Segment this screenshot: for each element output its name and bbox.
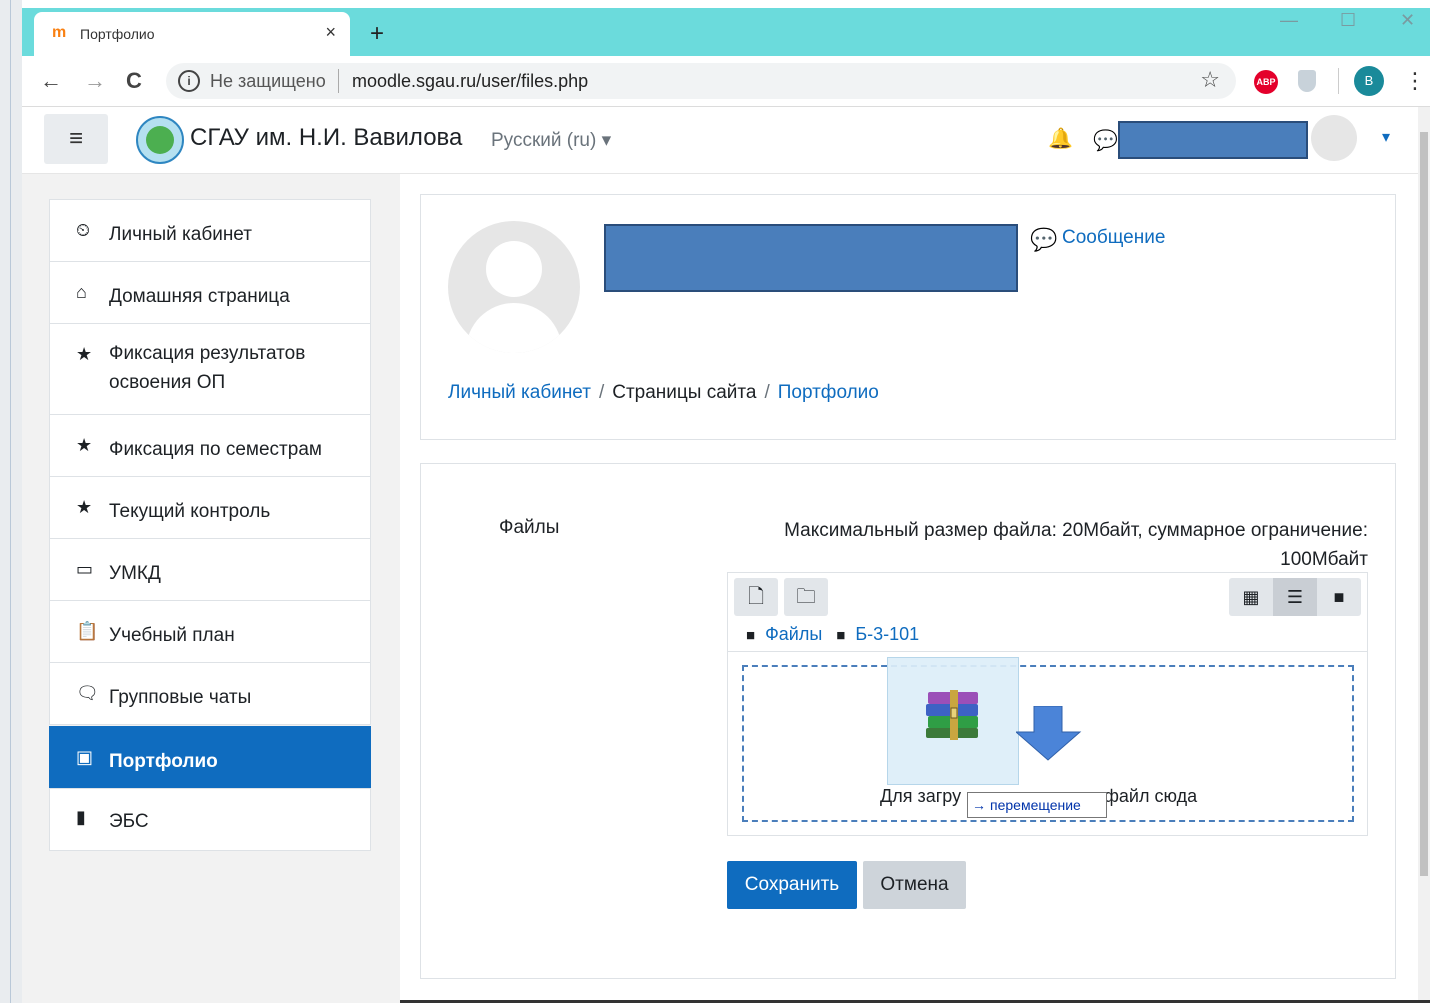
message-icon[interactable]: 💬 [1030,227,1057,253]
tree-view-folder-icon[interactable]: ■ [1317,578,1361,616]
sidebar-item-ebs[interactable]: ▮ ЭБС [49,788,371,851]
file-manager-divider [728,651,1368,652]
security-label: Не защищено [210,71,326,91]
folder-icon: 🗀 [796,586,816,608]
sidebar-item-label: ЭБС [109,811,149,832]
redacted-username [1118,121,1308,159]
bookmark-star-icon[interactable]: ☆ [1200,67,1220,93]
new-tab-button[interactable]: + [370,20,384,48]
tab-title: Портфолио [80,26,155,42]
file-size-limit-text: Максимальный размер файла: 20Мбайт, сумм… [784,520,1368,570]
add-file-button[interactable]: 🗋 [734,578,778,616]
home-icon: ⌂ [76,282,87,302]
sidebar-item-umkd[interactable]: ▭ УМКД [49,538,371,601]
browser-menu-icon[interactable]: ⋮ [1404,68,1426,94]
drop-text-left: Для загру [880,786,962,806]
sidebar-item-label: Личный кабинет [109,224,252,245]
maximize-button[interactable]: ☐ [1340,10,1356,31]
breadcrumb-separator: / [764,382,770,403]
sidebar-item-portfolio[interactable]: ▣ Портфолио [49,726,371,788]
list-view-icon[interactable]: ☰ [1273,578,1317,616]
book-icon: ▮ [76,807,86,827]
omnibox-divider [338,69,339,93]
notifications-bell-icon[interactable]: 🔔 [1048,126,1073,151]
profile-avatar[interactable]: В [1354,66,1384,96]
path-files-link[interactable]: Файлы [765,624,822,644]
adblock-icon[interactable]: ABP [1254,70,1278,94]
sidebar-item-dashboard[interactable]: ⏲ Личный кабинет [49,199,371,262]
dashboard-icon: ⏲ [76,220,91,240]
view-mode-toggle: ▦ ☰ ■ [1229,578,1361,616]
sidebar-item-label: Портфолио [109,751,218,772]
drag-arrow-icon [1016,706,1082,761]
files-field-label: Файлы [499,517,560,538]
extension-shield-icon[interactable] [1298,70,1316,92]
user-avatar[interactable] [1311,115,1357,161]
path-subfolder-link[interactable]: Б-3-101 [855,624,919,644]
star-icon: ★ [76,497,93,517]
breadcrumb-separator: / [598,382,605,403]
sidebar-item-results[interactable]: ★ Фиксация результатов освоения ОП [49,323,371,415]
comment-icon: 🗨 [76,683,99,703]
breadcrumb-dashboard-link[interactable]: Личный кабинет [448,382,591,403]
breadcrumb: Личный кабинет / Страницы сайта / Портфолио [448,382,879,404]
sidebar-item-label: Домашняя страница [109,286,290,307]
redacted-full-name [604,224,1018,292]
sidebar-item-label: Текущий контроль [109,501,271,522]
scrollbar-thumb[interactable] [1420,132,1428,876]
sidebar-item-current-control[interactable]: ★ Текущий контроль [49,476,371,539]
site-name[interactable]: СГАУ им. Н.И. Вавилова [190,124,462,152]
url-text[interactable]: moodle.sgau.ru/user/files.php [352,71,588,92]
sidebar-item-curriculum[interactable]: 📋 Учебный план [49,600,371,663]
desktop-edge [0,0,22,1003]
forward-button[interactable]: → [84,68,106,94]
minimize-button[interactable]: — [1280,10,1298,31]
reload-button[interactable]: C [126,68,142,94]
tab-close-icon[interactable]: × [325,22,336,43]
language-menu[interactable]: Русский (ru) ▾ [491,129,611,152]
sidebar-item-label: Групповые чаты [109,687,252,708]
star-icon: ★ [76,344,93,364]
drop-text-right: файл сюда [1099,786,1198,806]
sidebar-item-label: Учебный план [109,625,235,646]
create-folder-button[interactable]: 🗀 [784,578,828,616]
omnibox[interactable]: i Не защищено moodle.sgau.ru/user/files.… [166,63,1236,99]
profile-picture [448,221,580,353]
drag-move-tooltip: → перемещение [967,792,1107,818]
cancel-button[interactable]: Отмена [863,861,966,909]
user-menu-caret-icon[interactable]: ▾ [1382,127,1390,147]
university-logo[interactable] [136,116,184,164]
file-path-bar: ■ Файлы ■ Б-3-101 [746,624,933,645]
save-button[interactable]: Сохранить [727,861,857,909]
sidebar-item-home[interactable]: ⌂ Домашняя страница [49,261,371,324]
clipboard-icon: 📋 [76,621,99,641]
drawer-toggle-button[interactable]: ≡ [44,114,108,164]
breadcrumb-site-pages: Страницы сайта [612,382,757,403]
sidebar-item-group-chats[interactable]: 🗨 Групповые чаты [49,662,371,725]
moodle-favicon-icon: m [52,24,67,41]
archive-file-icon [926,690,978,740]
move-arrow-icon: → [972,797,986,813]
sidebar-item-semesters[interactable]: ★ Фиксация по семестрам [49,414,371,477]
file-icon: 🗋 [747,586,765,608]
grid-view-icon[interactable]: ▦ [1229,578,1273,616]
laptop-icon: ▭ [76,559,94,579]
folder-icon: ■ [836,627,846,644]
folder-icon: ■ [746,627,756,644]
toolbar-divider [1338,68,1339,94]
breadcrumb-portfolio-link[interactable]: Портфолио [778,382,879,403]
drag-tooltip-text: перемещение [990,797,1081,813]
sidebar-item-label: Фиксация результатов освоения ОП [109,343,306,393]
close-window-button[interactable]: ✕ [1400,10,1415,31]
sidebar-item-label: УМКД [109,563,161,584]
message-link[interactable]: Сообщение [1062,227,1165,249]
sidebar-item-label: Фиксация по семестрам [109,439,322,460]
messages-chat-icon[interactable]: 💬 [1093,128,1118,153]
star-icon: ★ [76,435,93,455]
id-card-icon: ▣ [76,747,94,767]
back-button[interactable]: ← [40,68,62,94]
info-icon[interactable]: i [178,70,200,92]
browser-tab[interactable]: m Портфолио × [34,12,350,56]
